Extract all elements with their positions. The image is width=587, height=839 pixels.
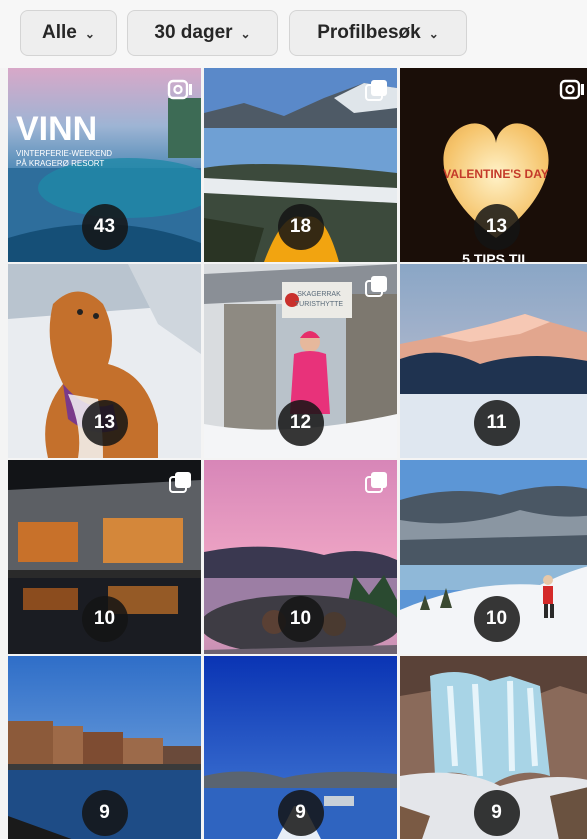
profile-visits-badge: 9 xyxy=(473,789,520,836)
carousel-icon xyxy=(169,472,191,493)
post-tile[interactable]: SKAGERRAK TURISTHYTTE 12 xyxy=(204,264,397,458)
profile-visits-badge: 43 xyxy=(81,204,128,250)
carousel-icon xyxy=(365,472,387,493)
profile-visits-badge: 12 xyxy=(277,400,324,446)
chevron-down-icon: ⌄ xyxy=(84,27,95,41)
profile-visits-badge: 10 xyxy=(277,596,324,642)
profile-visits-badge: 10 xyxy=(473,596,520,642)
carousel-icon xyxy=(365,80,387,101)
chevron-down-icon: ⌄ xyxy=(240,27,251,41)
sign-text: SKAGERRAK xyxy=(297,291,341,298)
sign-text: TURISTHYTTE xyxy=(295,301,344,308)
post-tile[interactable]: 18 xyxy=(204,68,397,262)
profile-visits-badge: 18 xyxy=(277,204,324,250)
post-tile[interactable]: 10 xyxy=(400,460,587,654)
profile-visits-badge: 9 xyxy=(277,789,324,836)
overlay-subtitle: PÅ KRAGERØ RESORT xyxy=(16,159,104,168)
post-tile[interactable]: 9 xyxy=(204,656,397,839)
profile-visits-badge: 13 xyxy=(81,400,128,446)
period-dropdown[interactable]: 30 dager ⌄ xyxy=(127,10,278,56)
profile-visits-badge: 10 xyxy=(81,596,128,642)
metric-dropdown[interactable]: Profilbesøk ⌄ xyxy=(289,10,467,56)
carousel-icon xyxy=(365,276,387,297)
post-tile[interactable]: VINN VINTERFERIE-WEEKEND PÅ KRAGERØ RESO… xyxy=(8,68,201,262)
post-tile[interactable]: 9 xyxy=(8,656,201,839)
overlay-subtitle: VINTERFERIE-WEEKEND xyxy=(16,149,112,158)
profile-visits-badge: 11 xyxy=(473,400,520,446)
reel-icon xyxy=(559,79,584,100)
post-tile[interactable]: 10 xyxy=(8,460,201,654)
post-tile[interactable]: VALENTINE'S DAY 5 TIPS TIL 13 xyxy=(400,68,587,262)
profile-visits-badge: 9 xyxy=(81,789,128,836)
profile-visits-badge: 13 xyxy=(473,204,520,250)
period-label: 30 dager xyxy=(154,22,233,43)
metric-label: Profilbesøk xyxy=(317,22,421,43)
chevron-down-icon: ⌄ xyxy=(428,27,439,41)
content-type-label: Alle xyxy=(42,22,77,43)
post-tile[interactable]: 13 xyxy=(8,264,201,458)
overlay-title: VINN xyxy=(16,110,97,148)
post-grid: VINN VINTERFERIE-WEEKEND PÅ KRAGERØ RESO… xyxy=(8,68,587,839)
post-tile[interactable]: 9 xyxy=(400,656,587,839)
overlay-text: VALENTINE'S DAY xyxy=(443,167,549,181)
content-type-dropdown[interactable]: Alle ⌄ xyxy=(20,10,117,56)
reel-icon xyxy=(167,79,192,100)
filter-bar: Alle ⌄ 30 dager ⌄ Profilbesøk ⌄ xyxy=(0,0,587,68)
post-tile[interactable]: 10 xyxy=(204,460,397,654)
post-tile[interactable]: 11 xyxy=(400,264,587,458)
overlay-bottom-text: 5 TIPS TIL xyxy=(462,251,530,262)
